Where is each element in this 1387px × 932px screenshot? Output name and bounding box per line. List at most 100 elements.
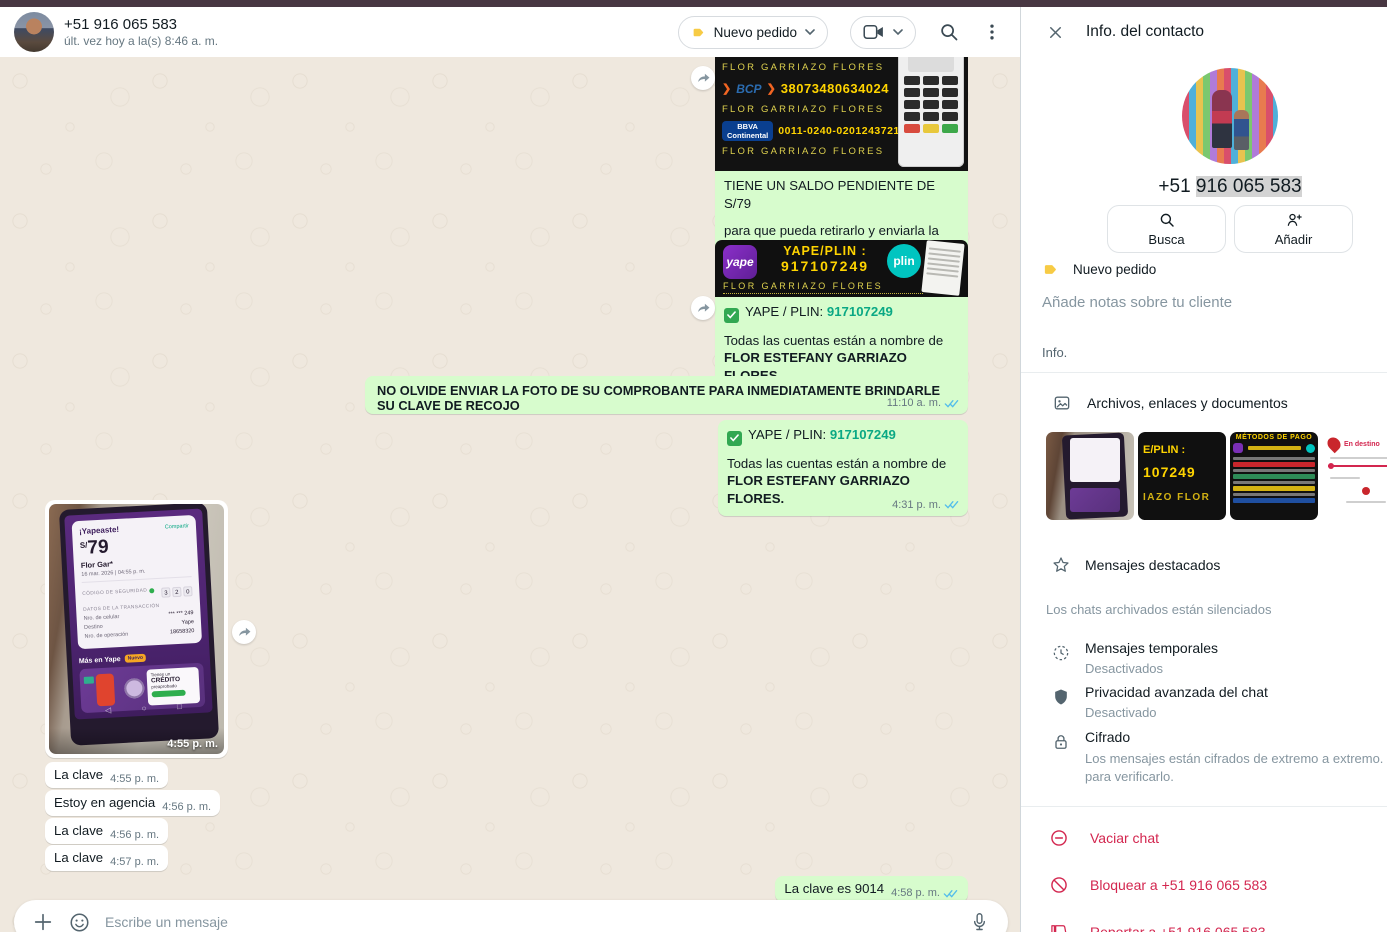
media-thumbnail-yape-plin[interactable]: E/PLIN : 107249 IAZO FLOR	[1138, 432, 1226, 520]
pos-terminal-graphic	[898, 57, 964, 167]
shield-icon	[1051, 687, 1071, 707]
starred-messages-row[interactable]: Mensajes destacados	[1051, 555, 1220, 575]
customer-notes-field[interactable]: Añade notas sobre tu cliente	[1042, 294, 1232, 311]
plin-logo: plin	[887, 244, 921, 278]
contact-phone-number[interactable]: +51 916 065 583	[1021, 176, 1387, 198]
media-thumbnail-receipt-photo[interactable]	[1046, 432, 1134, 520]
menu-button[interactable]	[982, 21, 1002, 43]
incoming-message[interactable]: Estoy en agencia4:56 p. m.	[45, 790, 220, 816]
security-code: 320	[159, 581, 193, 598]
bcp-account-number: 38073480634024	[781, 81, 889, 96]
message-text: La clave	[54, 767, 103, 782]
disappearing-messages-label: Mensajes temporales	[1085, 640, 1218, 656]
forward-message-button[interactable]	[232, 620, 256, 644]
starred-messages-label: Mensajes destacados	[1085, 557, 1220, 573]
customer-label-text: Nuevo pedido	[1073, 262, 1156, 277]
advanced-privacy-status: Desactivado	[1085, 705, 1268, 720]
panel-header: Info. del contacto	[1021, 7, 1387, 57]
video-camera-icon	[863, 24, 885, 40]
disappearing-messages-row[interactable]: Mensajes temporales Desactivados	[1051, 640, 1218, 676]
customer-label-row[interactable]: Nuevo pedido	[1042, 262, 1156, 277]
order-label-button[interactable]: Nuevo pedido	[678, 16, 828, 49]
disappearing-messages-status: Desactivados	[1085, 661, 1218, 676]
media-thumbnail-tracking[interactable]: En destino	[1322, 432, 1387, 520]
caption-line: Todas las cuentas están a nombre de	[727, 455, 959, 473]
incoming-message[interactable]: La clave 4:56 p. m.	[45, 818, 168, 844]
receipt-title: ¡Yapeaste!	[79, 525, 119, 536]
account-holder-name: FLOR GARRIAZO FLORES	[722, 99, 894, 120]
message-time: 4:57 p. m.	[110, 856, 159, 868]
last-seen-status: últ. vez hoy a la(s) 8:46 a. m.	[64, 34, 218, 48]
media-links-docs-row[interactable]: Archivos, enlaces y documentos	[1051, 393, 1288, 413]
caption-line: TIENE UN SALDO PENDIENTE DE S/79	[724, 177, 959, 213]
forward-message-button[interactable]	[691, 296, 715, 320]
paper-list-graphic	[921, 240, 964, 296]
message-time: 4:55 p. m.	[167, 738, 218, 750]
incoming-receipt-photo-message[interactable]: ¡Yapeaste! Compartir S/79 Flor Gar* 16 m…	[45, 500, 228, 758]
chat-column: +51 916 065 583 últ. vez hoy a la(s) 8:4…	[0, 7, 1020, 932]
person-add-icon	[1284, 211, 1304, 229]
search-icon	[938, 21, 960, 43]
conversation-area: Interbank8983363249460 FLOR GARRIAZO FLO…	[0, 57, 1020, 932]
message-input[interactable]	[105, 914, 955, 930]
selected-phone-text: 916 065 583	[1196, 176, 1302, 197]
add-contact-button[interactable]: Añadir	[1234, 205, 1353, 253]
encryption-row[interactable]: Cifrado Los mensajes están cifrados de e…	[1051, 729, 1387, 786]
account-holder-name: FLOR GARRIAZO FLORES	[722, 57, 894, 78]
media-thumbnail-payment-methods[interactable]: MÉTODOS DE PAGO	[1230, 432, 1318, 520]
info-section-label: Info.	[1042, 345, 1067, 360]
check-emoji-icon	[727, 431, 742, 446]
close-icon[interactable]	[1046, 23, 1065, 42]
clear-chat-label: Vaciar chat	[1090, 830, 1159, 846]
star-icon	[1051, 555, 1071, 575]
search-icon	[1158, 211, 1176, 229]
chevron-down-icon	[805, 29, 815, 36]
forward-message-button[interactable]	[691, 66, 715, 90]
chevron-down-icon	[893, 29, 903, 36]
outgoing-key-message[interactable]: La clave es 9014 4:58 p. m.	[775, 876, 968, 902]
outgoing-reminder-message[interactable]: NO OLVIDE ENVIAR LA FOTO DE SU COMPROBAN…	[365, 376, 968, 414]
caption-line: YAPE / PLIN: 917107249	[727, 426, 959, 446]
message-time: 11:10 a. m.	[887, 397, 941, 409]
advanced-privacy-label: Privacidad avanzada del chat	[1085, 684, 1268, 700]
advanced-privacy-row[interactable]: Privacidad avanzada del chat Desactivado	[1051, 684, 1268, 720]
bbva-account-number: 0011-0240-0201243721	[778, 125, 900, 137]
whatsapp-window: +51 916 065 583 últ. vez hoy a la(s) 8:4…	[0, 0, 1387, 932]
media-gallery-icon	[1051, 393, 1073, 413]
read-receipt-icon	[944, 398, 960, 409]
archived-chats-note: Los chats archivados están silenciados	[1046, 602, 1271, 617]
message-time: 4:55 p. m.	[110, 773, 159, 785]
message-composer	[14, 900, 1008, 932]
security-code-label: CÓDIGO DE SEGURIDAD	[82, 588, 154, 597]
emoji-button[interactable]	[68, 911, 91, 932]
caption-line: YAPE / PLIN: 917107249	[724, 303, 959, 323]
contact-header-info[interactable]: +51 916 065 583 últ. vez hoy a la(s) 8:4…	[64, 16, 218, 49]
incoming-message[interactable]: La clave 4:57 p. m.	[45, 845, 168, 871]
contact-profile-photo[interactable]	[1182, 68, 1278, 164]
notes-placeholder: Añade notas sobre tu cliente	[1042, 294, 1232, 311]
contact-avatar[interactable]	[14, 12, 54, 52]
message-text: La clave	[54, 850, 103, 865]
search-button[interactable]	[938, 21, 960, 43]
incoming-message[interactable]: La clave 4:55 p. m.	[45, 762, 168, 788]
search-chat-button[interactable]: Busca	[1107, 205, 1226, 253]
divider	[1021, 372, 1387, 373]
microphone-button[interactable]	[969, 911, 990, 932]
report-contact-action[interactable]: Reportar a +51 916 065 583	[1049, 922, 1266, 932]
read-receipt-icon	[944, 499, 960, 510]
video-call-button[interactable]	[850, 16, 916, 49]
divider	[1021, 806, 1387, 807]
block-contact-action[interactable]: Bloquear a +51 916 065 583	[1049, 875, 1267, 895]
yape-receipt-photo[interactable]: ¡Yapeaste! Compartir S/79 Flor Gar* 16 m…	[49, 504, 224, 754]
disappearing-messages-icon	[1051, 643, 1071, 663]
yape-plin-title: YAPE/PLIN :	[765, 244, 885, 258]
clear-chat-action[interactable]: Vaciar chat	[1049, 828, 1159, 848]
message-time: 4:56 p. m.	[110, 829, 159, 841]
yape-plin-image[interactable]: yape YAPE/PLIN : 917107249 plin FLOR GAR…	[715, 240, 968, 297]
attach-button[interactable]	[32, 911, 54, 932]
bank-accounts-image[interactable]: Interbank8983363249460 FLOR GARRIAZO FLO…	[715, 57, 968, 171]
yape-plin-number: 917107249	[765, 258, 885, 274]
message-text: La clave es 9014	[784, 881, 884, 896]
message-text: La clave	[54, 823, 103, 838]
outgoing-yape-plin-text-message[interactable]: YAPE / PLIN: 917107249 Todas las cuentas…	[718, 420, 968, 516]
